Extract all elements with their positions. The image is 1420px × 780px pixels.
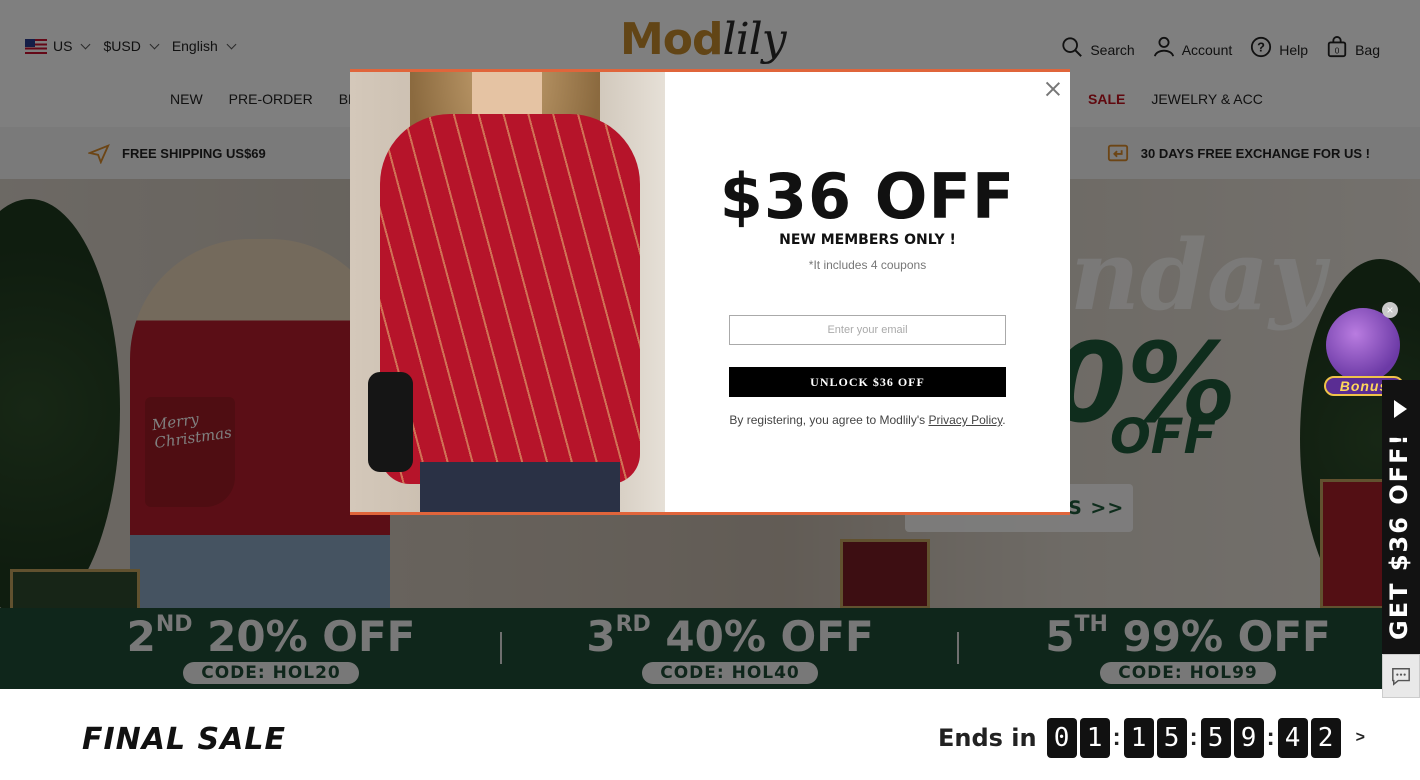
- countdown-separator: :: [1189, 724, 1198, 751]
- countdown-digit: 1: [1123, 718, 1154, 758]
- chat-icon: [1392, 668, 1410, 686]
- countdown-separator: :: [1266, 724, 1275, 751]
- close-icon[interactable]: [1044, 80, 1062, 98]
- unlock-button[interactable]: UNLOCK $36 OFF: [729, 367, 1006, 397]
- signup-modal: $36 OFF NEW MEMBERS ONLY ! *It includes …: [350, 69, 1070, 515]
- privacy-policy-link[interactable]: Privacy Policy: [928, 413, 1002, 427]
- countdown-digit: 0: [1046, 718, 1077, 758]
- countdown-digit: 5: [1200, 718, 1231, 758]
- countdown-timer: Ends in 0 1 : 1 5 : 5 9 : 4 2 >: [938, 718, 1365, 758]
- countdown-digit: 5: [1156, 718, 1187, 758]
- modal-terms: By registering, you agree to Modlily's P…: [665, 413, 1070, 427]
- terms-prefix: By registering, you agree to Modlily's: [729, 413, 929, 427]
- bonus-close-icon[interactable]: ×: [1382, 302, 1398, 318]
- bonus-gift-icon: [1326, 308, 1400, 382]
- photo-jeans: [420, 462, 620, 512]
- countdown-separator: :: [1112, 724, 1121, 751]
- countdown-digit: 1: [1079, 718, 1110, 758]
- countdown-digit: 9: [1233, 718, 1264, 758]
- photo-red-blouse: [380, 114, 640, 484]
- final-sale-title: FINAL SALE: [82, 722, 286, 757]
- play-arrow-icon: [1394, 400, 1407, 418]
- final-sale-more-link[interactable]: >: [1356, 729, 1365, 747]
- modal-title: $36 OFF: [719, 160, 1016, 233]
- ends-in-label: Ends in: [938, 724, 1037, 752]
- countdown-digit: 4: [1277, 718, 1308, 758]
- modal-model-photo: [350, 72, 665, 512]
- get-coupon-side-tab[interactable]: GET $36 OFF!: [1382, 380, 1420, 654]
- modal-subtitle: NEW MEMBERS ONLY !: [779, 232, 956, 248]
- countdown-digit: 2: [1310, 718, 1341, 758]
- photo-handbag: [368, 372, 413, 472]
- side-tab-text: GET $36 OFF!: [1385, 432, 1413, 640]
- modal-note: *It includes 4 coupons: [808, 258, 927, 272]
- terms-suffix: .: [1002, 413, 1006, 427]
- chat-button[interactable]: [1382, 654, 1420, 698]
- email-input[interactable]: [729, 315, 1006, 345]
